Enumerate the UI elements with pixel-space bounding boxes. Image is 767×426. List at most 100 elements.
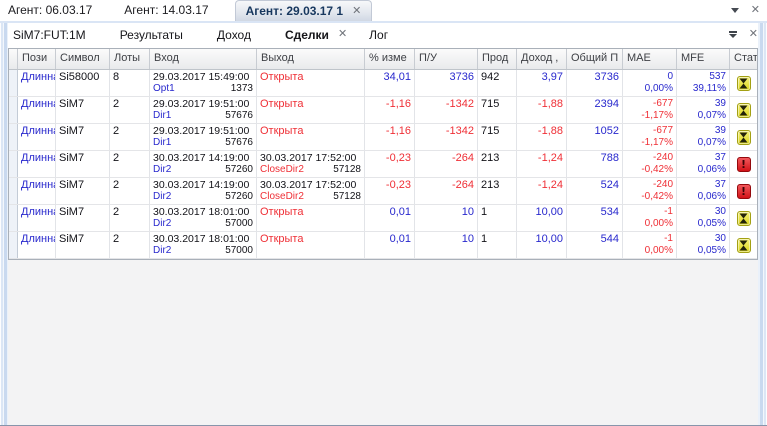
position-cell: Длинная <box>18 151 56 177</box>
row-selector <box>9 178 18 204</box>
status-hourglass-icon <box>736 75 751 91</box>
tab-results[interactable]: Результаты <box>120 28 183 42</box>
column-header-symbol[interactable]: Символ <box>56 49 110 69</box>
column-header-income[interactable]: Доход , <box>517 49 567 69</box>
pl-cell: 10 <box>415 205 478 231</box>
tab-agent-3-active[interactable]: Агент: 29.03.17 1 ✕ <box>234 0 373 21</box>
status-hourglass-icon <box>736 129 751 145</box>
entry-cell: 30.03.2017 14:19:00 Dir2 57260 <box>150 151 257 177</box>
status-cell <box>730 205 757 231</box>
total-pl-cell: 3736 <box>567 70 623 96</box>
signal-name: Dir1 <box>153 137 172 148</box>
table-row[interactable]: ДлиннаяSiM7230.03.2017 18:01:00Dir2 57000… <box>9 232 757 259</box>
column-header-mfe[interactable]: MFE <box>677 49 730 69</box>
column-header-pct-change[interactable]: % изме <box>365 49 415 69</box>
open-status-text: Открыта <box>260 125 304 137</box>
total-pl-cell: 524 <box>567 178 623 204</box>
price-value: 57000 <box>225 218 253 229</box>
mfe-value: 37 <box>714 179 726 190</box>
mfe-value: 37 <box>714 152 726 163</box>
income-cell: -1,24 <box>517 151 567 177</box>
duration-cell: 715 <box>478 124 517 150</box>
datetime-text: 30.03.2017 18:01:00 <box>153 206 250 218</box>
mfe-percent: 0,05% <box>697 245 726 256</box>
open-status-text: Открыта <box>260 233 304 245</box>
tab-agent-1[interactable]: Агент: 06.03.17 <box>8 0 92 21</box>
column-header-total-pl[interactable]: Общий П <box>567 49 623 69</box>
column-header-lots[interactable]: Лоты <box>110 49 150 69</box>
column-header-pl[interactable]: П/У <box>415 49 478 69</box>
tab-close-icon[interactable]: ✕ <box>352 5 361 17</box>
exit-cell: Открыта <box>257 124 365 150</box>
column-header-duration[interactable]: Прод <box>478 49 517 69</box>
mfe-value: 537 <box>709 71 726 82</box>
tab-income[interactable]: Доход <box>217 28 251 42</box>
pct-change-cell: -1,16 <box>365 124 415 150</box>
mae-cell: -240 -0,42% <box>623 151 677 177</box>
pct-change-cell: 0,01 <box>365 205 415 231</box>
pct-change-cell: -1,16 <box>365 97 415 123</box>
table-row[interactable]: ДлиннаяSi58000829.03.2017 15:49:00Opt1 13… <box>9 70 757 97</box>
exit-cell: Открыта <box>257 205 365 231</box>
status-cell <box>730 97 757 123</box>
status-cell: ! <box>730 151 757 177</box>
position-cell: Длинная <box>18 232 56 258</box>
tab-agent-2[interactable]: Агент: 14.03.17 <box>124 0 208 21</box>
mae-percent: -0,42% <box>641 164 673 175</box>
mae-cell: -677 -1,17% <box>623 124 677 150</box>
price-value: 57128 <box>333 164 361 175</box>
table-row[interactable]: ДлиннаяSiM7229.03.2017 19:51:00Dir1 57676… <box>9 124 757 151</box>
tab-trades-close-icon[interactable]: ✕ <box>338 29 347 40</box>
window-menu-icon[interactable] <box>730 8 739 13</box>
price-value: 57128 <box>333 191 361 202</box>
signal-name: CloseDir2 <box>260 164 304 175</box>
column-header-exit[interactable]: Выход <box>257 49 365 69</box>
tabgroup-close-icon[interactable]: ✕ <box>749 29 758 40</box>
tab-overflow-icon[interactable] <box>728 31 737 38</box>
position-cell: Длинная <box>18 205 56 231</box>
status-cell: ! <box>730 178 757 204</box>
mfe-percent: 0,05% <box>697 218 726 229</box>
datetime-text: 30.03.2017 14:19:00 <box>153 152 250 164</box>
symbol-cell: SiM7 <box>56 124 110 150</box>
window-close-icon[interactable]: ✕ <box>751 5 760 16</box>
tab-instrument[interactable]: SiM7:FUT:1M <box>13 28 86 42</box>
table-row[interactable]: ДлиннаяSiM7230.03.2017 18:01:00Dir2 57000… <box>9 205 757 232</box>
mfe-cell: 537 39,11% <box>677 70 730 96</box>
total-pl-cell: 1052 <box>567 124 623 150</box>
total-pl-cell: 2394 <box>567 97 623 123</box>
symbol-cell: SiM7 <box>56 178 110 204</box>
income-cell: -1,24 <box>517 178 567 204</box>
datetime-text: 30.03.2017 17:52:00 <box>260 152 357 164</box>
tab-log[interactable]: Лог <box>369 28 388 42</box>
table-row[interactable]: ДлиннаяSiM7230.03.2017 14:19:00Dir2 57260… <box>9 151 757 178</box>
mfe-cell: 30 0,05% <box>677 232 730 258</box>
column-header-entry[interactable]: Вход <box>150 49 257 69</box>
mfe-percent: 0,07% <box>697 137 726 148</box>
mae-percent: 0,00% <box>644 245 673 256</box>
status-warning-icon: ! <box>736 183 751 199</box>
price-value: 57000 <box>225 245 253 256</box>
lots-cell: 2 <box>110 151 150 177</box>
table-row[interactable]: ДлиннаяSiM7229.03.2017 19:51:00Dir1 57676… <box>9 97 757 124</box>
datetime-text: 29.03.2017 19:51:00 <box>153 125 250 137</box>
mae-value: 0 <box>667 71 673 82</box>
income-cell: 10,00 <box>517 205 567 231</box>
income-cell: -1,88 <box>517 97 567 123</box>
status-cell <box>730 124 757 150</box>
column-header-mae[interactable]: MAE <box>623 49 677 69</box>
column-header-position[interactable]: Пози <box>18 49 56 69</box>
agent-tabbar: Агент: 06.03.17 Агент: 14.03.17 Агент: 2… <box>0 0 767 21</box>
symbol-cell: Si58000 <box>56 70 110 96</box>
income-cell: 3,97 <box>517 70 567 96</box>
tab-trades-active[interactable]: Сделки <box>285 28 329 42</box>
mae-percent: -1,17% <box>641 137 673 148</box>
table-row[interactable]: ДлиннаяSiM7230.03.2017 14:19:00Dir2 57260… <box>9 178 757 205</box>
position-cell: Длинная <box>18 124 56 150</box>
mae-cell: -1 0,00% <box>623 232 677 258</box>
row-selector <box>9 70 18 96</box>
mae-value: -240 <box>652 179 673 190</box>
column-header-status[interactable]: Стат <box>730 49 757 69</box>
signal-name: Dir2 <box>153 164 172 175</box>
pl-cell: -264 <box>415 178 478 204</box>
